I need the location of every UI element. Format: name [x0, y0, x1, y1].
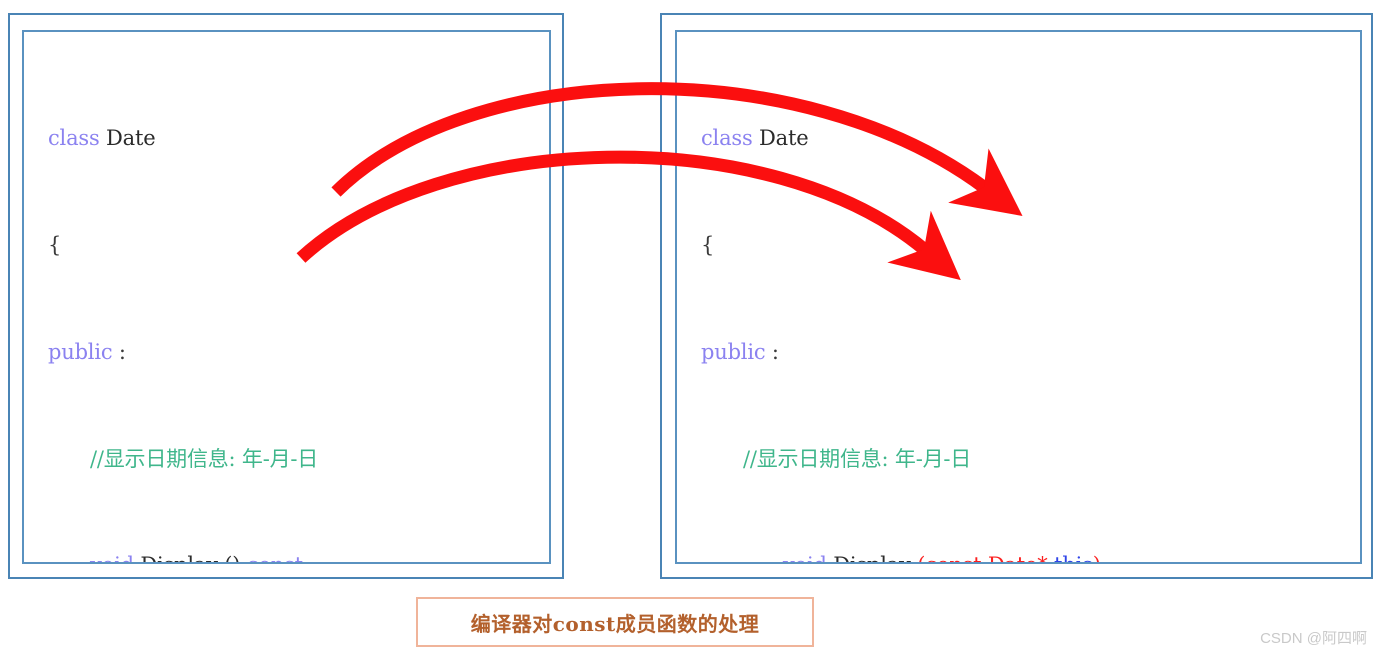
paren-open: ( [917, 553, 925, 562]
code-line: public : [48, 335, 539, 371]
function-name-display: Display [827, 553, 917, 562]
keyword-class: class [701, 126, 753, 151]
keyword-public: public [701, 339, 766, 364]
left-code-block: class Date { public : //显示日期信息: 年-月-日 vo… [24, 32, 549, 562]
code-line: //显示日期信息: 年-月-日 [48, 442, 539, 478]
paren-close: ) [1093, 553, 1101, 562]
csdn-watermark: CSDN @阿四啊 [1260, 630, 1367, 647]
code-line: { [48, 228, 539, 264]
code-line: void Display (const Date* this) [701, 548, 1350, 562]
figure-caption-text: 编译器对const成员函数的处理 [470, 611, 760, 636]
param-name-this: this [1054, 553, 1093, 562]
brace-open: { [48, 232, 62, 257]
code-line: { [701, 228, 1350, 264]
keyword-class: class [48, 126, 100, 151]
code-line: public : [701, 335, 1350, 371]
code-line: class Date [48, 121, 539, 157]
keyword-void: void [90, 553, 134, 562]
brace-open: { [701, 232, 715, 257]
param-type-const-date-ptr: const Date* [925, 553, 1054, 562]
keyword-void: void [783, 553, 827, 562]
figure-caption-box: 编译器对const成员函数的处理 [416, 597, 814, 647]
code-line: //显示日期信息: 年-月-日 [701, 442, 1350, 478]
left-code-panel: class Date { public : //显示日期信息: 年-月-日 vo… [22, 30, 551, 564]
colon: : [765, 339, 779, 364]
right-code-panel: class Date { public : //显示日期信息: 年-月-日 vo… [675, 30, 1362, 564]
comment-display-date-info: //显示日期信息: 年-月-日 [90, 446, 319, 471]
colon: : [112, 339, 126, 364]
code-line: void Display () const [48, 548, 539, 562]
class-name-date: Date [99, 126, 156, 151]
comment-display-date-info: //显示日期信息: 年-月-日 [743, 446, 972, 471]
code-line: class Date [701, 121, 1350, 157]
keyword-const-qualifier: const [247, 553, 303, 562]
function-name-display: Display () [134, 553, 247, 562]
right-code-block: class Date { public : //显示日期信息: 年-月-日 vo… [677, 32, 1360, 562]
class-name-date: Date [752, 126, 809, 151]
keyword-public: public [48, 339, 113, 364]
